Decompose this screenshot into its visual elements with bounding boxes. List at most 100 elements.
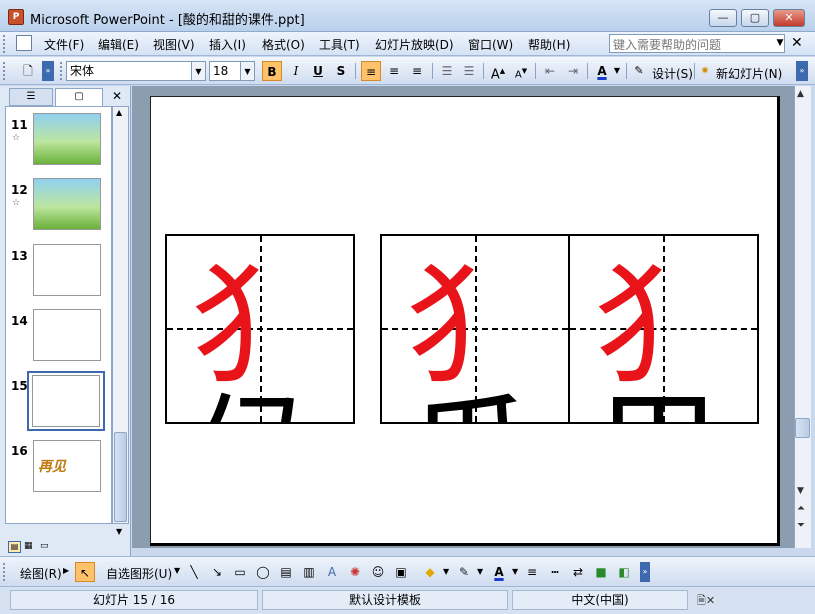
close-window-button[interactable]: ✕ [773, 9, 805, 27]
3d-style-icon[interactable]: ◧ [614, 562, 634, 582]
spelling-check-icon[interactable]: 🗎✕ [697, 592, 715, 611]
line-color-icon[interactable]: ✎ [454, 562, 474, 582]
oval-icon[interactable]: ◯ [253, 562, 273, 582]
character-hu: 犭瓜 [405, 261, 568, 422]
scroll-down-icon[interactable]: ▼ [797, 486, 804, 496]
slides-tab-icon[interactable]: ▢ [55, 88, 103, 106]
draw-menu-button[interactable]: 绘图(R) [20, 565, 62, 582]
fill-color-arrow-icon[interactable]: ▼ [443, 567, 449, 576]
align-center-icon[interactable]: ≡ [384, 61, 404, 81]
previous-slide-icon[interactable]: ⏶ [797, 503, 805, 514]
drawbar-grip[interactable] [3, 563, 7, 581]
toolbar-grip[interactable] [3, 62, 7, 80]
minimize-button[interactable]: — [709, 9, 737, 27]
font-color-arrow-icon[interactable]: ▼ [512, 567, 518, 576]
align-left-icon[interactable]: ≡ [361, 61, 381, 81]
dash-style-icon[interactable]: ┅ [545, 562, 565, 582]
shadow-style-icon[interactable]: ■ [591, 562, 611, 582]
new-slide-button[interactable]: 新幻灯片(N) [716, 65, 782, 82]
bullets-icon[interactable]: ☰ [459, 61, 479, 81]
toolbar-options-icon[interactable]: » [42, 61, 54, 81]
close-pane-icon[interactable]: ✕ [109, 88, 125, 106]
italic-button[interactable]: I [286, 61, 306, 81]
autoshapes-arrow-icon[interactable]: ▼ [174, 566, 180, 575]
help-search-input[interactable]: 键入需要帮助的问题 [609, 34, 785, 53]
editor-scroll-thumb[interactable] [795, 418, 810, 438]
normal-view-icon[interactable]: ▤ [8, 541, 21, 553]
menu-tools[interactable]: 工具(T) [319, 36, 360, 53]
editor-scrollbar[interactable] [794, 86, 811, 548]
menu-help[interactable]: 帮助(H) [528, 36, 570, 53]
scroll-down-icon[interactable]: ▼ [116, 527, 122, 536]
slideshow-view-icon[interactable]: ▭ [40, 541, 53, 553]
decrease-indent-icon[interactable]: ⇤ [540, 61, 560, 81]
toolbar-separator [626, 63, 627, 79]
font-color-dropdown-icon[interactable]: ▼ [612, 61, 622, 81]
toolbar-options-icon[interactable]: » [640, 562, 650, 582]
picture-icon[interactable]: ▣ [391, 562, 411, 582]
menu-window[interactable]: 窗口(W) [468, 36, 513, 53]
font-size-select[interactable]: 18 [209, 61, 241, 81]
slide-sorter-view-icon[interactable]: ▦ [24, 541, 37, 553]
close-document-button[interactable]: ✕ [791, 35, 803, 51]
menubar-grip[interactable] [3, 35, 7, 53]
select-objects-icon[interactable]: ↖ [75, 562, 95, 582]
clipart-icon[interactable]: ☺ [368, 562, 388, 582]
new-slide-icon[interactable]: ✷ [697, 61, 713, 81]
font-name-select[interactable]: 宋体 [66, 61, 192, 81]
menu-slideshow[interactable]: 幻灯片放映(D) [375, 36, 454, 53]
arrow-style-icon[interactable]: ⇄ [568, 562, 588, 582]
font-name-dropdown-icon[interactable]: ▼ [192, 61, 206, 81]
line-color-arrow-icon[interactable]: ▼ [477, 567, 483, 576]
document-icon[interactable] [16, 35, 32, 51]
menu-view[interactable]: 视图(V) [153, 36, 195, 53]
toolbar-separator [483, 63, 484, 79]
drawing-font-color-icon[interactable]: A [489, 562, 509, 582]
font-color-icon[interactable]: A [592, 61, 612, 81]
arrow-icon[interactable]: ↘ [207, 562, 227, 582]
current-slide[interactable]: 犭侯 犭瓜 犭里 [150, 96, 780, 546]
scroll-up-icon[interactable]: ▲ [797, 89, 804, 99]
textbox-icon[interactable]: ▤ [276, 562, 296, 582]
menu-edit[interactable]: 编辑(E) [98, 36, 139, 53]
next-slide-icon[interactable]: ⏷ [797, 520, 805, 531]
draw-menu-arrow-icon[interactable]: ▶ [63, 566, 69, 575]
menu-format[interactable]: 格式(O) [262, 36, 305, 53]
line-style-icon[interactable]: ≡ [522, 562, 542, 582]
new-document-icon[interactable]: 🗋 [18, 61, 38, 81]
bold-button[interactable]: B [262, 61, 282, 81]
rectangle-icon[interactable]: ▭ [230, 562, 250, 582]
autoshapes-button[interactable]: 自选图形(U) [106, 565, 172, 582]
toolbar2-grip[interactable] [60, 62, 64, 80]
decrease-font-icon[interactable]: A▼ [511, 61, 531, 81]
slide-thumbnail[interactable] [33, 113, 101, 165]
diagram-icon[interactable]: ✺ [345, 562, 365, 582]
wordart-icon[interactable]: A [322, 562, 342, 582]
increase-indent-icon[interactable]: ⇥ [563, 61, 583, 81]
fill-color-icon[interactable]: ◆ [420, 562, 440, 582]
design-template-name[interactable]: 默认设计模板 [262, 590, 508, 610]
slide-thumbnail[interactable] [32, 375, 100, 427]
menu-file[interactable]: 文件(F) [44, 36, 84, 53]
outline-tab-icon[interactable]: ☰ [9, 88, 53, 106]
menu-insert[interactable]: 插入(I) [209, 36, 246, 53]
increase-font-icon[interactable]: A▲ [488, 61, 508, 82]
design-icon[interactable]: ✎ [632, 61, 646, 81]
align-right-icon[interactable]: ≡ [407, 61, 427, 81]
maximize-button[interactable]: ▢ [741, 9, 769, 27]
slide-thumbnail[interactable] [33, 309, 101, 361]
toolbar-options-icon[interactable]: » [796, 61, 808, 81]
shadow-button[interactable]: S [331, 61, 351, 81]
underline-button[interactable]: U [308, 61, 328, 81]
scroll-up-icon[interactable]: ▲ [116, 108, 122, 117]
slide-thumbnail[interactable] [33, 244, 101, 296]
design-button[interactable]: 设计(S) [652, 65, 693, 82]
powerpoint-app-icon[interactable]: P [8, 9, 24, 25]
slides-pane-scroll-thumb[interactable] [114, 432, 127, 522]
slide-thumbnail[interactable] [33, 178, 101, 230]
line-icon[interactable]: ╲ [184, 562, 204, 582]
vertical-textbox-icon[interactable]: ▥ [299, 562, 319, 582]
help-dropdown-arrow-icon[interactable]: ▼ [773, 34, 787, 53]
font-size-dropdown-icon[interactable]: ▼ [241, 61, 255, 81]
numbering-icon[interactable]: ☰ [437, 61, 457, 81]
